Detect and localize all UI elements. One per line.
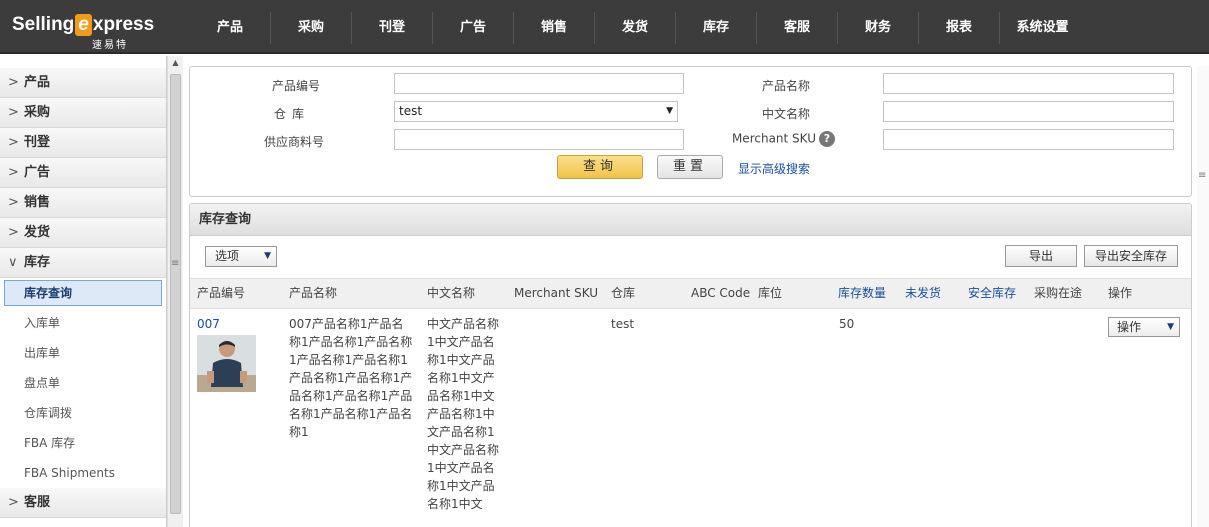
chevron-right-icon: > (8, 75, 19, 90)
scrollbar-thumb[interactable] (170, 74, 181, 514)
nav-item-sales[interactable]: 销售 (514, 12, 595, 44)
nav-item-product[interactable]: 产品 (190, 12, 271, 44)
product-name-input[interactable] (883, 73, 1174, 94)
cn-name-label: 中文名称 (761, 107, 810, 121)
chevron-right-icon: > (8, 195, 19, 210)
col-merchant-sku: Merchant SKU (514, 286, 599, 300)
col-warehouse: 仓库 (611, 286, 636, 300)
chevron-right-icon: > (8, 495, 19, 510)
product-code-input[interactable] (394, 73, 684, 94)
sidebar-item-inbound[interactable]: 入库单 (0, 308, 166, 338)
nav-item-service[interactable]: 客服 (757, 12, 838, 44)
col-unshipped[interactable]: 未发货 (905, 279, 941, 308)
chevron-right-icon: > (8, 105, 19, 120)
warehouse-label: 仓库 (273, 107, 310, 121)
dropdown-arrow-icon: ▼ (1167, 322, 1174, 332)
col-location: 库位 (758, 286, 783, 300)
options-dropdown[interactable]: 选项 ▼ (205, 246, 277, 267)
main-nav: 产品 采购 刊登 广告 销售 发货 库存 客服 财务 报表 系统设置 (190, 12, 1085, 44)
query-button[interactable]: 查询 (557, 155, 643, 179)
product-name-label: 产品名称 (761, 79, 810, 93)
product-code-label: 产品编号 (271, 79, 320, 93)
sidebar-item-outbound[interactable]: 出库单 (0, 338, 166, 368)
content-scrollbar[interactable] (1197, 66, 1209, 527)
sidebar-item-stocktake[interactable]: 盘点单 (0, 368, 166, 398)
sidebar-group-service[interactable]: > 客服 (0, 488, 166, 518)
product-name-cell: 007产品名称1产品名称1产品名称1产品名称1产品名称1产品名称1产品名称1产品… (289, 317, 413, 439)
chevron-right-icon: > (8, 225, 19, 240)
supplier-code-label: 供应商料号 (263, 135, 324, 149)
sidebar: > 产品 > 采购 > 刊登 > 广告 > 销售 > 发货 ∨ 库存 库存查询 入库单 出库单… (0, 56, 167, 527)
nav-item-listing[interactable]: 刊登 (352, 12, 433, 44)
row-actions-dropdown[interactable]: 操作 ▼ (1108, 317, 1180, 337)
sidebar-scrollbar[interactable]: ▲ (167, 56, 183, 527)
cn-name-input[interactable] (883, 101, 1174, 122)
supplier-code-input[interactable] (394, 129, 684, 150)
reset-button[interactable]: 重置 (657, 155, 723, 179)
sidebar-group-purchase[interactable]: > 采购 (0, 98, 166, 128)
chevron-right-icon: > (8, 135, 19, 150)
nav-item-inventory[interactable]: 库存 (676, 12, 757, 44)
top-bar: Selling e xpress 速易特 产品 采购 刊登 广告 销售 发货 库存 … (0, 0, 1209, 54)
splitter-grip-icon[interactable]: ≡ (171, 258, 179, 269)
logo-subtitle: 速易特 (92, 40, 128, 51)
product-photo-icon (197, 335, 256, 392)
sidebar-group-shipping[interactable]: > 发货 (0, 218, 166, 248)
export-button[interactable]: 导出 (1005, 245, 1077, 267)
help-icon[interactable]: ? (819, 131, 835, 147)
chevron-down-icon: ∨ (8, 255, 18, 270)
sidebar-group-sales[interactable]: > 销售 (0, 188, 166, 218)
warehouse-select[interactable]: test ▼ (394, 101, 678, 122)
scroll-up-arrow-icon[interactable]: ▲ (168, 56, 183, 70)
nav-item-purchase[interactable]: 采购 (271, 12, 352, 44)
cn-name-cell: 中文产品名称1中文产品名称1中文产品名称1中文产品名称1中文产品名称1中文产品名… (427, 317, 500, 511)
results-panel: 库存查询 选项 ▼ 导出 导出安全库存 产品编号 产品名称 中文名称 Mercha… (189, 203, 1192, 527)
nav-item-settings[interactable]: 系统设置 (1000, 12, 1085, 44)
splitter-grip-icon[interactable]: ≡ (1198, 170, 1206, 181)
sidebar-item-transfer[interactable]: 仓库调拨 (0, 398, 166, 428)
export-safety-stock-button[interactable]: 导出安全库存 (1084, 245, 1178, 267)
sidebar-group-inventory[interactable]: ∨ 库存 (0, 248, 166, 278)
sidebar-group-product[interactable]: > 产品 (0, 68, 166, 98)
results-title: 库存查询 (190, 204, 1191, 236)
logo-brand: Selling e xpress (12, 14, 155, 36)
merchant-sku-label: Merchant SKU? (710, 131, 835, 147)
dropdown-arrow-icon: ▼ (666, 106, 673, 116)
col-product-code: 产品编号 (197, 286, 246, 300)
col-cn-name: 中文名称 (427, 286, 476, 300)
dropdown-arrow-icon: ▼ (264, 251, 271, 261)
product-thumbnail[interactable] (197, 335, 256, 392)
merchant-sku-input[interactable] (883, 129, 1174, 150)
col-actions: 操作 (1108, 286, 1133, 300)
advanced-search-link[interactable]: 显示高级搜索 (738, 160, 810, 177)
chevron-right-icon: > (8, 165, 19, 180)
col-stock-qty[interactable]: 库存数量 (838, 279, 886, 308)
warehouse-cell: test (611, 317, 635, 331)
stock-qty-cell: 50 (839, 317, 855, 331)
table-header: 产品编号 产品名称 中文名称 Merchant SKU 仓库 ABC Code … (190, 278, 1191, 309)
results-toolbar: 选项 ▼ 导出 导出安全库存 (190, 236, 1191, 278)
col-abc-code: ABC Code (691, 286, 751, 300)
nav-item-finance[interactable]: 财务 (838, 12, 919, 44)
sidebar-item-fba-shipments[interactable]: FBA Shipments (0, 458, 166, 488)
sidebar-group-listing[interactable]: > 刊登 (0, 128, 166, 158)
table-row: 007 007产品名称1产品名称1产品名称1产品名称1产品名称1产品名称1产品名… (190, 309, 1191, 527)
sidebar-item-fba-stock[interactable]: FBA 库存 (0, 428, 166, 458)
sidebar-item-inventory-query[interactable]: 库存查询 (4, 280, 162, 306)
col-in-transit: 采购在途 (1034, 286, 1083, 300)
product-code-link[interactable]: 007 (197, 315, 220, 333)
col-safety-stock[interactable]: 安全库存 (968, 279, 1016, 308)
nav-item-reports[interactable]: 报表 (919, 12, 1000, 44)
sidebar-group-ads[interactable]: > 广告 (0, 158, 166, 188)
nav-item-ads[interactable]: 广告 (433, 12, 514, 44)
app-logo[interactable]: Selling e xpress 速易特 (12, 8, 162, 51)
col-product-name: 产品名称 (289, 286, 338, 300)
nav-item-shipping[interactable]: 发货 (595, 12, 676, 44)
search-panel: 产品编号 产品名称 仓库 test ▼ 中文名称 供应商料号 Merchant S… (189, 66, 1192, 197)
